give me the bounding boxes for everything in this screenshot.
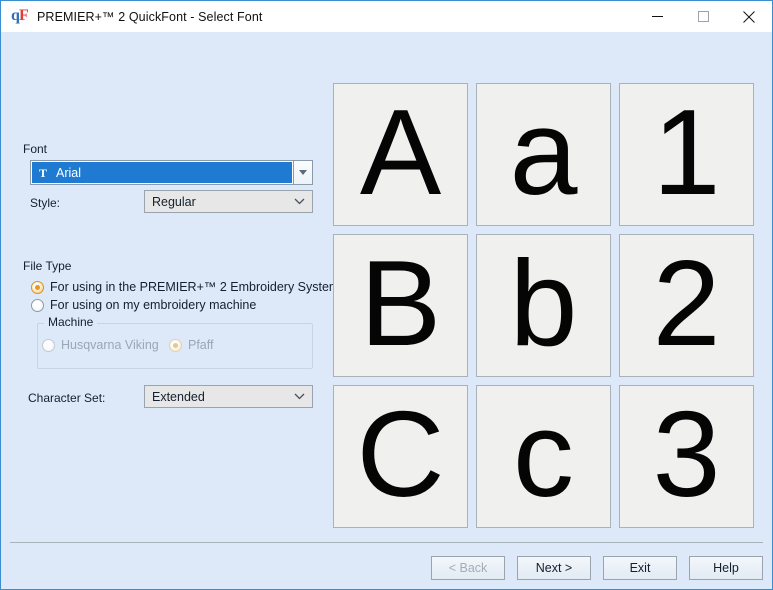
preview-tile: a — [476, 83, 611, 226]
preview-tile: 2 — [619, 234, 754, 377]
help-button[interactable]: Help — [689, 556, 763, 580]
select-font-dialog: q F PREMIER+™ 2 QuickFont - Select Font — [0, 0, 773, 590]
exit-button[interactable]: Exit — [603, 556, 677, 580]
font-name-value: Arial — [56, 165, 82, 180]
preview-glyph: B — [359, 235, 442, 372]
window-controls — [634, 1, 772, 32]
radio-label: For using on my embroidery machine — [50, 298, 257, 312]
chevron-down-icon — [299, 170, 307, 175]
preview-tile: 3 — [619, 385, 754, 528]
font-dropdown-button[interactable] — [294, 160, 313, 185]
font-combobox-field[interactable]: T Arial — [30, 160, 294, 185]
preview-glyph: C — [356, 386, 445, 523]
radio-indicator — [169, 338, 182, 352]
preview-glyph: 1 — [652, 84, 721, 221]
close-icon — [743, 10, 755, 23]
radio-label: For using in the PREMIER+™ 2 Embroidery … — [50, 280, 340, 294]
radio-file-type-embroidery-machine[interactable]: For using on my embroidery machine — [31, 298, 256, 312]
radio-indicator — [31, 280, 44, 294]
radio-indicator — [31, 298, 44, 312]
preview-glyph: A — [359, 84, 442, 221]
style-value: Regular — [152, 194, 196, 209]
preview-glyph: 3 — [652, 386, 721, 523]
radio-machine-husqvarna-viking: Husqvarna Viking — [42, 338, 159, 352]
minimize-icon — [651, 16, 663, 17]
font-combobox[interactable]: T Arial — [30, 160, 313, 185]
maximize-icon — [697, 11, 709, 22]
font-label: Font — [23, 142, 48, 156]
chevron-down-icon — [294, 393, 305, 400]
radio-label: Pfaff — [188, 338, 214, 352]
preview-glyph: 2 — [652, 235, 721, 372]
preview-glyph: a — [509, 84, 578, 221]
character-set-label: Character Set: — [28, 391, 106, 405]
chevron-down-icon — [294, 198, 305, 205]
preview-tile: b — [476, 234, 611, 377]
style-combobox[interactable]: Regular — [144, 190, 313, 213]
close-button[interactable] — [726, 1, 772, 32]
preview-tile: c — [476, 385, 611, 528]
radio-indicator — [42, 338, 55, 352]
quickfont-logo-icon: q F — [11, 6, 29, 26]
preview-tile: B — [333, 234, 468, 377]
character-set-value: Extended — [152, 389, 205, 404]
minimize-button[interactable] — [634, 1, 680, 32]
footer-buttons: < Back Next > Exit Help — [431, 556, 763, 580]
next-button[interactable]: Next > — [517, 556, 591, 580]
dialog-content: Font T Arial Style: Regular File Type Fo… — [1, 32, 772, 589]
maximize-button[interactable] — [680, 1, 726, 32]
file-type-label: File Type — [23, 259, 72, 273]
preview-glyph: c — [513, 386, 574, 523]
font-preview-grid: A a 1 B b 2 C c 3 — [333, 83, 754, 528]
character-set-combobox[interactable]: Extended — [144, 385, 313, 408]
style-label: Style: — [30, 196, 61, 210]
titlebar: q F PREMIER+™ 2 QuickFont - Select Font — [1, 1, 772, 32]
radio-machine-pfaff: Pfaff — [169, 338, 213, 352]
back-button[interactable]: < Back — [431, 556, 505, 580]
font-selected-item[interactable]: T Arial — [32, 162, 292, 183]
preview-tile: 1 — [619, 83, 754, 226]
preview-glyph: b — [509, 235, 578, 372]
preview-tile: C — [333, 385, 468, 528]
radio-file-type-embroidery-system[interactable]: For using in the PREMIER+™ 2 Embroidery … — [31, 280, 339, 294]
window-title: PREMIER+™ 2 QuickFont - Select Font — [37, 9, 263, 24]
radio-label: Husqvarna Viking — [61, 338, 159, 352]
footer-separator — [10, 542, 763, 543]
preview-tile: A — [333, 83, 468, 226]
machine-groupbox-title: Machine — [44, 315, 98, 329]
truetype-icon: T — [38, 165, 47, 180]
settings-pane: Font T Arial Style: Regular File Type Fo… — [1, 32, 339, 589]
logo-letter-f: F — [19, 6, 29, 24]
